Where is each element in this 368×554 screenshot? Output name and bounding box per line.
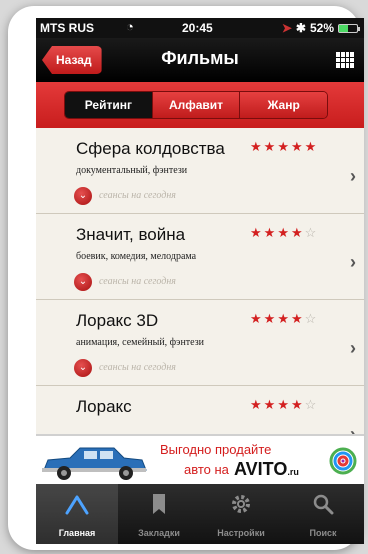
star-filled-icon: ★: [277, 397, 291, 412]
star-filled-icon: ★: [290, 311, 305, 326]
star-filled-icon: ★: [290, 225, 305, 240]
rating-stars: ★★★★☆: [250, 397, 318, 413]
sessions-label: сеансы на сегодня: [99, 190, 176, 201]
tab-gear[interactable]: Настройки: [200, 484, 282, 544]
banner-line1: Выгодно продайте: [160, 442, 272, 457]
star-filled-icon: ★: [250, 311, 264, 326]
star-filled-icon: ★: [304, 139, 319, 154]
home-icon: [65, 493, 89, 515]
star-filled-icon: ★: [263, 225, 278, 240]
movie-genres: боевик, комедия, мелодрама: [76, 251, 197, 262]
wifi-icon: ◔: [126, 19, 134, 34]
carrier-name: MTS RUS: [40, 21, 94, 35]
sort-segmented-control: Рейтинг Алфавит Жанр: [64, 91, 328, 119]
avito-logo-icon: [329, 447, 357, 475]
star-filled-icon: ★: [263, 311, 278, 326]
star-filled-icon: ★: [290, 139, 305, 154]
rating-stars: ★★★★☆: [250, 225, 318, 241]
star-filled-icon: ★: [277, 225, 291, 240]
star-filled-icon: ★: [250, 225, 264, 240]
segment-1[interactable]: Алфавит: [151, 92, 240, 118]
movie-genres: документальный, фэнтези: [76, 165, 188, 176]
battery-icon: [338, 23, 360, 33]
segment-0[interactable]: Рейтинг: [65, 92, 152, 118]
tab-search[interactable]: Поиск: [282, 484, 364, 544]
movie-title: Лоракс 3D: [76, 311, 159, 330]
movie-list: Сфера колдовства документальный, фэнтези ★…: [36, 128, 364, 434]
car-image: [42, 447, 147, 480]
battery-percent: 52%: [309, 21, 334, 35]
expand-sessions-button[interactable]: ⌄: [74, 187, 92, 205]
movie-row[interactable]: Лоракс ★★★★☆ ›: [36, 386, 364, 434]
app-screen: MTS RUS ◔ 20:45 ➤ ✱ 52% Назад Фильмы Рей…: [36, 18, 364, 544]
chevron-right-icon: ›: [350, 166, 356, 186]
sessions-label: сеансы на сегодня: [99, 276, 176, 287]
battery-fill: [339, 24, 349, 32]
tab-bar: Главная Закладки Настройки Поиск: [36, 484, 364, 544]
search-icon: [311, 493, 335, 515]
rating-stars: ★★★★☆: [250, 311, 318, 327]
expand-sessions-button[interactable]: ⌄: [74, 359, 92, 377]
ad-banner[interactable]: Выгодно продайте авто на AVITO.ru: [36, 434, 364, 484]
star-empty-icon: ☆: [304, 311, 319, 326]
movie-row[interactable]: Сфера колдовства документальный, фэнтези ★…: [36, 128, 364, 214]
location-icon: ➤: [281, 21, 292, 35]
star-empty-icon: ☆: [304, 397, 319, 412]
tab-label: Поиск: [309, 528, 337, 538]
tab-label: Настройки: [217, 528, 265, 538]
nav-bar: Назад Фильмы: [36, 38, 364, 82]
banner-brand: AVITO.ru: [234, 459, 299, 480]
clock: 20:45: [182, 21, 213, 35]
expand-sessions-button[interactable]: ⌄: [74, 273, 92, 291]
grid-icon[interactable]: [336, 52, 354, 68]
tab-bookmark[interactable]: Закладки: [118, 484, 200, 544]
star-filled-icon: ★: [250, 139, 264, 154]
chevron-right-icon: ›: [350, 424, 356, 434]
movie-row[interactable]: Значит, война боевик, комедия, мелодрама ★…: [36, 214, 364, 300]
tab-label: Главная: [58, 528, 96, 538]
star-filled-icon: ★: [277, 139, 291, 154]
sort-bar: Рейтинг Алфавит Жанр: [36, 82, 364, 128]
brand-name: AVITO: [234, 459, 288, 479]
movie-title: Лоракс: [76, 397, 132, 416]
tab-label: Закладки: [138, 528, 180, 538]
star-empty-icon: ☆: [304, 225, 319, 240]
brand-suffix: .ru: [287, 467, 299, 477]
star-filled-icon: ★: [250, 397, 264, 412]
movie-title: Значит, война: [76, 225, 186, 244]
bluetooth-icon: ✱: [295, 21, 306, 35]
sessions-label: сеансы на сегодня: [99, 362, 176, 373]
tab-home[interactable]: Главная: [36, 484, 118, 544]
chevron-right-icon: ›: [350, 252, 356, 272]
star-filled-icon: ★: [263, 139, 278, 154]
star-filled-icon: ★: [263, 397, 278, 412]
rating-stars: ★★★★★: [250, 139, 318, 155]
chevron-right-icon: ›: [350, 338, 356, 358]
status-bar: MTS RUS ◔ 20:45 ➤ ✱ 52%: [36, 18, 364, 38]
bookmark-icon: [147, 493, 171, 515]
page-title: Фильмы: [161, 48, 239, 68]
star-filled-icon: ★: [290, 397, 305, 412]
banner-line2: авто на: [184, 462, 229, 477]
star-filled-icon: ★: [277, 311, 291, 326]
movie-title: Сфера колдовства: [76, 139, 225, 158]
movie-row[interactable]: Лоракс 3D анимация, семейный, фэнтези ★★★★…: [36, 300, 364, 386]
status-right: ➤ ✱ 52%: [281, 21, 360, 35]
movie-genres: анимация, семейный, фэнтези: [76, 337, 205, 348]
segment-2[interactable]: Жанр: [239, 92, 327, 118]
gear-icon: [229, 493, 253, 515]
